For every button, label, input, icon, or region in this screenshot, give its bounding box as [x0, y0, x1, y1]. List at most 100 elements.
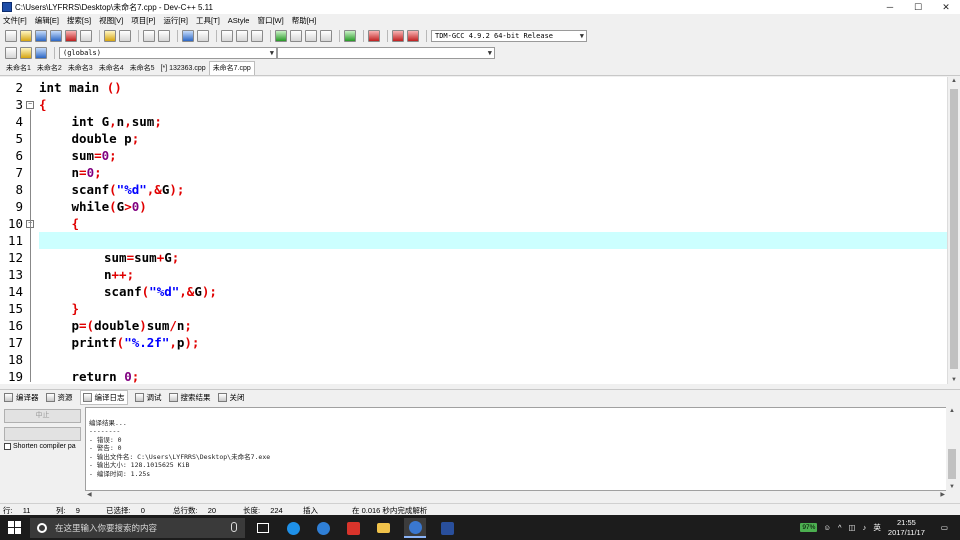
minimize-button[interactable]: ─: [876, 0, 904, 14]
windows-start-icon[interactable]: [8, 521, 22, 535]
code-line[interactable]: scanf("%d",&G);: [72, 181, 185, 198]
tab-close[interactable]: 关闭: [217, 392, 245, 403]
menu-view[interactable]: 视图[V]: [99, 15, 123, 26]
compile-log-output[interactable]: 编译结果... -------- - 错误: 0- 警告: 0- 输出文件名: C:…: [85, 407, 947, 491]
code-line[interactable]: p=(double)sum/n;: [72, 317, 192, 334]
delete-profile-icon[interactable]: [407, 29, 419, 42]
task-view-icon[interactable]: [252, 518, 274, 538]
close-button[interactable]: ✕: [932, 0, 960, 14]
syntax-check-icon[interactable]: [344, 29, 356, 42]
open-file-icon[interactable]: [20, 29, 32, 42]
blank-button[interactable]: [4, 427, 81, 441]
code-line[interactable]: scanf("%d",&G);: [104, 283, 217, 300]
tab-untitled-3[interactable]: 未命名3: [65, 63, 96, 75]
tab-untitled-1[interactable]: 未命名1: [3, 63, 34, 75]
file-explorer-icon[interactable]: [372, 518, 394, 538]
scroll-up-icon[interactable]: ▲: [951, 78, 957, 84]
close-file-icon[interactable]: [65, 29, 77, 42]
log-vertical-scrollbar[interactable]: ▲ ▼: [946, 407, 959, 491]
code-line[interactable]: return 0;: [72, 368, 140, 384]
code-line[interactable]: {: [39, 96, 47, 113]
compile-icon[interactable]: [275, 29, 287, 42]
edge-browser-icon[interactable]: [282, 518, 304, 538]
indent-icon[interactable]: [221, 29, 233, 42]
compile-run-icon[interactable]: [305, 29, 317, 42]
checkbox-box[interactable]: [4, 443, 11, 450]
code-line[interactable]: }: [72, 300, 80, 317]
clock-app-icon[interactable]: [312, 518, 334, 538]
insert-icon[interactable]: [5, 46, 17, 59]
menu-run[interactable]: 运行[R]: [163, 15, 188, 26]
scroll-right-icon[interactable]: ▶: [940, 491, 945, 498]
tab-untitled-2[interactable]: 未命名2: [34, 63, 65, 75]
network-icon[interactable]: ◫: [849, 523, 856, 532]
devcpp-taskbar-icon[interactable]: [404, 518, 426, 538]
log-horizontal-scrollbar[interactable]: ◀ ▶: [85, 491, 947, 500]
code-line[interactable]: sum=sum+G;: [104, 249, 179, 266]
taskbar-search-box[interactable]: 在这里输入你要搜索的内容: [30, 518, 245, 538]
tab-compile-log[interactable]: 编译日志: [79, 390, 128, 405]
code-line[interactable]: double p;: [72, 130, 140, 147]
compiler-select[interactable]: TDM-GCC 4.9.2 64-bit Release ▼: [431, 29, 587, 42]
menu-search[interactable]: 搜索[S]: [67, 15, 91, 26]
new-file-icon[interactable]: [5, 29, 17, 42]
tab-resources[interactable]: 资源: [45, 392, 73, 403]
scroll-down-icon[interactable]: ▼: [949, 484, 955, 490]
code-editor[interactable]: 23−45678910−111213141516171819 int main …: [0, 77, 947, 384]
red-app-icon[interactable]: [342, 518, 364, 538]
menu-edit[interactable]: 编辑[E]: [35, 15, 59, 26]
redo-icon[interactable]: [119, 29, 131, 42]
bookmark-icon[interactable]: [251, 29, 263, 42]
volume-icon[interactable]: ♪: [863, 523, 867, 532]
code-line[interactable]: while(G>0): [72, 198, 147, 215]
tab-search-results[interactable]: 搜索结果: [168, 392, 211, 403]
menu-tools[interactable]: 工具[T]: [196, 15, 220, 26]
editor-vertical-scrollbar[interactable]: ▲ ▼: [947, 77, 960, 384]
code-line[interactable]: printf("%.2f",p);: [72, 334, 200, 351]
tab-debug[interactable]: 调试: [134, 392, 162, 403]
save-icon[interactable]: [35, 29, 47, 42]
goto-function-icon[interactable]: [197, 29, 209, 42]
scope-select[interactable]: (globals) ▼: [59, 46, 277, 59]
tab-compiler[interactable]: 编译器: [4, 392, 39, 403]
goto-bookmark-icon[interactable]: [35, 46, 47, 59]
input-method-indicator[interactable]: 英: [873, 522, 881, 533]
menu-help[interactable]: 帮助[H]: [292, 15, 317, 26]
tab-untitled-7-cpp[interactable]: 未命名7.cpp: [208, 61, 255, 75]
code-line[interactable]: n++;: [104, 266, 134, 283]
maximize-button[interactable]: ☐: [904, 0, 932, 14]
scroll-down-icon[interactable]: ▼: [951, 377, 957, 383]
print-icon[interactable]: [80, 29, 92, 42]
notification-center-icon[interactable]: ▭: [941, 523, 948, 532]
shorten-compiler-paths-checkbox[interactable]: Shorten compiler pa: [4, 443, 76, 450]
scroll-up-icon[interactable]: ▲: [949, 408, 955, 414]
find-icon[interactable]: [143, 29, 155, 42]
battery-indicator[interactable]: 97%: [800, 523, 818, 532]
taskbar-clock[interactable]: 21:55 2017/11/17: [888, 518, 925, 538]
scroll-left-icon[interactable]: ◀: [87, 491, 92, 498]
undo-icon[interactable]: [104, 29, 116, 42]
save-all-icon[interactable]: [50, 29, 62, 42]
menu-astyle[interactable]: AStyle: [228, 16, 250, 25]
tab-132363-cpp[interactable]: [*] 132363.cpp: [158, 63, 209, 75]
goto-line-icon[interactable]: [182, 29, 194, 42]
menu-file[interactable]: 文件[F]: [3, 15, 27, 26]
rebuild-icon[interactable]: [320, 29, 332, 42]
stop-execution-icon[interactable]: [368, 29, 380, 42]
menu-project[interactable]: 项目[P]: [131, 15, 155, 26]
symbol-select[interactable]: ▼: [277, 46, 495, 59]
scroll-thumb[interactable]: [950, 89, 958, 369]
run-icon[interactable]: [290, 29, 302, 42]
code-line[interactable]: int main (): [39, 79, 122, 96]
dev-cpp-window-icon[interactable]: [436, 518, 458, 538]
code-line[interactable]: int G,n,sum;: [72, 113, 162, 130]
menu-window[interactable]: 窗口[W]: [257, 15, 283, 26]
chevron-up-icon[interactable]: ^: [838, 523, 842, 532]
tab-untitled-5[interactable]: 未命名5: [127, 63, 158, 75]
toggle-bookmark-icon[interactable]: [20, 46, 32, 59]
microphone-icon[interactable]: [231, 522, 237, 532]
people-icon[interactable]: ☺: [823, 523, 831, 532]
code-line[interactable]: {: [72, 215, 80, 232]
fold-toggle-icon[interactable]: −: [26, 101, 34, 109]
tab-untitled-4[interactable]: 未命名4: [96, 63, 127, 75]
